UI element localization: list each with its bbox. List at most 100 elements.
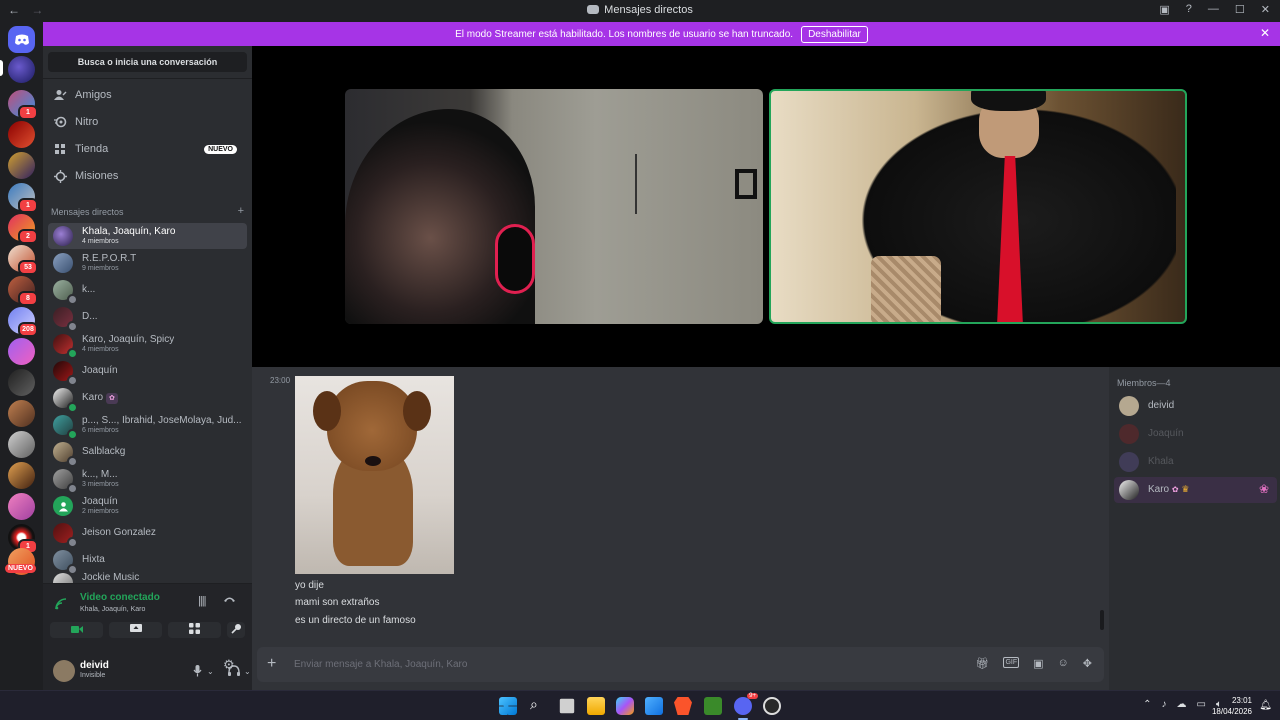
server-icon[interactable]: 53 <box>8 245 38 275</box>
close-icon[interactable]: ✕ <box>1260 26 1270 40</box>
scrollbar[interactable] <box>1100 610 1104 630</box>
server-icon[interactable]: 208 <box>8 307 38 337</box>
server-icon[interactable] <box>8 338 35 365</box>
dm-sidebar: Busca o inicia una conversación Amigos N… <box>43 46 252 690</box>
gift-icon[interactable]: 🎁︎ <box>976 657 990 670</box>
dm-item[interactable]: Salblackg <box>48 439 247 467</box>
nav-shop[interactable]: Tienda NUEVO <box>48 137 247 161</box>
search-icon[interactable]: ⌕ <box>530 696 538 713</box>
settings-gear-icon[interactable]: ⚙ <box>223 657 235 673</box>
chevron-up-icon[interactable]: ⌃ <box>1143 699 1151 710</box>
soundboard-icon <box>230 624 241 634</box>
server-icon[interactable] <box>8 462 35 489</box>
member-item[interactable]: Joaquín <box>1114 421 1277 447</box>
task-view-icon[interactable] <box>559 698 575 714</box>
dm-item[interactable]: R.E.P.O.R.T 9 miembros <box>48 250 247 276</box>
server-icon[interactable]: 2 <box>8 214 38 244</box>
gif-icon[interactable]: GIF <box>1003 657 1020 668</box>
dm-item[interactable]: Joaquín <box>48 358 247 386</box>
member-item[interactable]: Karo ✿ ♛ ❀ <box>1114 477 1277 503</box>
dm-item[interactable]: k... <box>48 277 247 305</box>
attach-plus-icon[interactable]: + <box>267 655 276 673</box>
signal-icon[interactable] <box>55 598 67 613</box>
nav-nitro[interactable]: Nitro <box>48 110 247 134</box>
dm-item[interactable]: Karo ✿ <box>48 385 247 413</box>
help-icon[interactable]: ? <box>1186 3 1192 16</box>
message-input[interactable]: Enviar mensaje a Khala, Joaquín, Karo <box>294 659 467 670</box>
notification-bell-icon[interactable]: 🔔︎ <box>1259 700 1272 711</box>
soundboard-button[interactable] <box>227 622 245 638</box>
member-item[interactable]: deivid <box>1114 393 1277 419</box>
dm-item[interactable]: Jockie Music <box>48 570 247 584</box>
dm-item[interactable]: p..., S..., Ibrahid, JoseMolaya, Jud... … <box>48 412 247 440</box>
video-tile-speaking[interactable] <box>769 89 1187 324</box>
member-item[interactable]: Khala <box>1114 449 1277 475</box>
server-icon[interactable] <box>8 369 35 396</box>
close-window-button[interactable]: ✕ <box>1261 3 1270 16</box>
store-icon[interactable] <box>645 697 663 715</box>
members-list: Miembros—4 deivid Joaquín Khala Karo ✿ ♛… <box>1109 367 1280 690</box>
minecraft-icon[interactable] <box>704 697 722 715</box>
activities-button[interactable] <box>168 622 221 638</box>
dm-item[interactable]: Jeison Gonzalez <box>48 520 247 548</box>
emoji-icon[interactable]: ☺ <box>1058 657 1069 670</box>
chevron-down-icon[interactable]: ⌄ <box>207 667 214 676</box>
server-icon[interactable] <box>8 493 35 520</box>
nav-quests[interactable]: Misiones <box>48 164 247 188</box>
dm-item[interactable]: k..., M... 3 miembros <box>48 466 247 494</box>
nav-friends[interactable]: Amigos <box>48 83 247 107</box>
user-avatar[interactable] <box>53 660 75 682</box>
inbox-icon[interactable]: ▣ <box>1159 3 1169 16</box>
server-icon[interactable]: 8 <box>8 276 38 306</box>
file-explorer-icon[interactable] <box>587 697 605 715</box>
microphone-tray-icon[interactable]: ♪ <box>1162 699 1167 710</box>
member-name-text: Karo <box>1148 484 1170 495</box>
nav-label: Amigos <box>75 89 112 101</box>
server-icon[interactable] <box>8 152 35 179</box>
voice-channel[interactable]: Khala, Joaquín, Karo <box>80 606 145 613</box>
onedrive-icon[interactable]: ☁ <box>1177 699 1187 710</box>
call-stage <box>252 46 1280 367</box>
crown-icon: ♛ <box>1181 484 1190 494</box>
server-icon[interactable]: 1 <box>8 524 38 554</box>
video-tile[interactable] <box>345 89 763 324</box>
brave-icon[interactable] <box>674 697 692 715</box>
disable-streamer-button[interactable]: Deshabilitar <box>801 25 868 43</box>
user-name[interactable]: deivid <box>80 660 109 671</box>
server-icon[interactable]: 1 <box>8 90 38 120</box>
wall-cable <box>635 154 637 214</box>
clock[interactable]: 23:01 18/04/2026 <box>1212 695 1252 717</box>
message-composer[interactable]: + Enviar mensaje a Khala, Joaquín, Karo … <box>257 647 1104 682</box>
minimize-button[interactable]: — <box>1208 3 1219 16</box>
search-input[interactable]: Busca o inicia una conversación <box>48 52 247 72</box>
server-icon[interactable] <box>8 400 35 427</box>
server-icon[interactable]: 1 <box>8 183 38 213</box>
server-icon[interactable] <box>8 431 35 458</box>
sticker-icon[interactable]: ▣ <box>1033 657 1043 670</box>
copilot-icon[interactable] <box>616 697 634 715</box>
microphone-icon[interactable] <box>193 665 202 680</box>
server-icon[interactable] <box>8 56 35 83</box>
dm-item[interactable]: Khala, Joaquín, Karo 4 miembros <box>48 223 247 249</box>
maximize-button[interactable]: ☐ <box>1235 3 1245 16</box>
add-dm-button[interactable]: + <box>238 205 244 217</box>
app-icon[interactable] <box>763 697 781 715</box>
server-icon[interactable] <box>8 121 35 148</box>
voice-status[interactable]: Video conectado <box>80 592 160 603</box>
apps-icon[interactable]: ✥ <box>1083 657 1092 670</box>
disconnect-icon[interactable] <box>223 594 236 606</box>
home-button[interactable] <box>8 26 35 53</box>
chair-shape <box>871 256 941 322</box>
dm-item[interactable]: Karo, Joaquín, Spicy 4 miembros <box>48 331 247 359</box>
camera-button[interactable] <box>50 622 103 638</box>
voice-panel: Video conectado Khala, Joaquín, Karo |||… <box>43 583 252 690</box>
chevron-down-icon[interactable]: ⌄ <box>244 667 251 676</box>
screen-share-button[interactable] <box>109 622 162 638</box>
dm-item[interactable]: D... <box>48 304 247 332</box>
start-icon[interactable] <box>499 697 517 715</box>
discord-taskbar-icon[interactable]: 9+ <box>734 693 758 715</box>
dog-gif-attachment[interactable] <box>295 376 454 574</box>
noise-suppression-icon[interactable]: |||| <box>198 595 207 607</box>
dm-item[interactable]: Joaquín 2 miembros <box>48 493 247 519</box>
network-icon[interactable]: ▭ <box>1197 699 1206 710</box>
